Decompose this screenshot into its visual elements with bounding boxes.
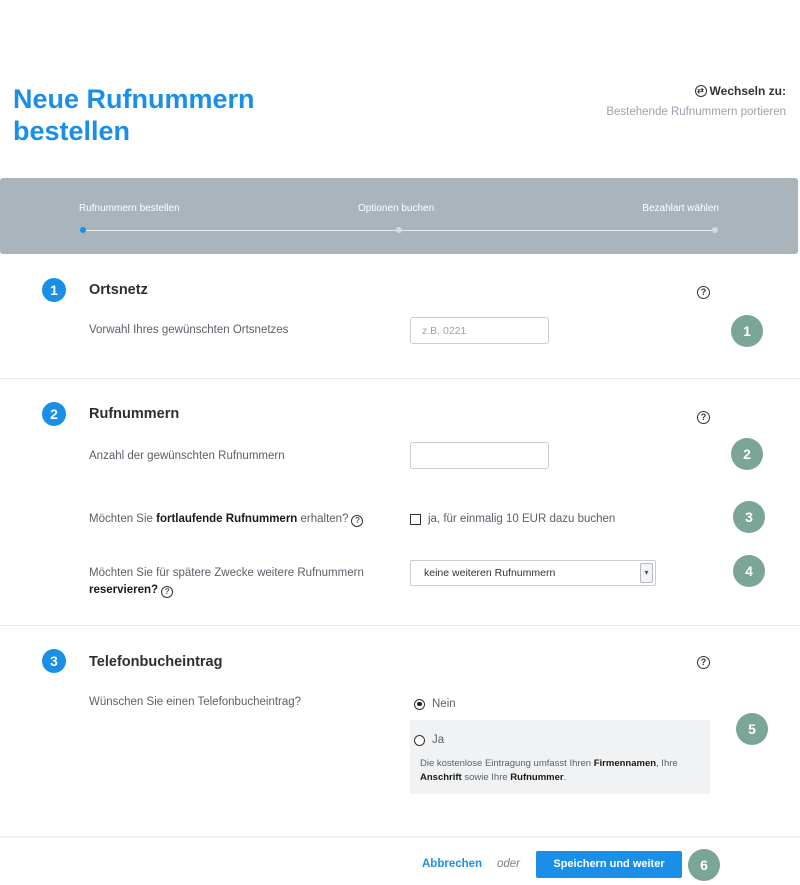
reserve-label-bold: reservieren?	[89, 584, 159, 596]
section-divider	[0, 378, 800, 379]
section-title-rufnummern: Rufnummern	[89, 406, 180, 422]
help-icon[interactable]: ?	[351, 515, 364, 527]
section-title-ortsnetz: Ortsnetz	[89, 282, 148, 298]
phonebook-option-yes-box: Die kostenlose Eintragung umfasst Ihren …	[410, 720, 710, 794]
consecutive-numbers-checkbox-label: ja, für einmalig 10 EUR dazu buchen	[428, 513, 616, 525]
reserve-numbers-selected-value: keine weiteren Rufnummern	[424, 567, 556, 579]
progress-stepper: Rufnummern bestellen Optionen buchen Bez…	[0, 178, 798, 254]
radio-yes-label: Ja	[432, 734, 445, 746]
number-count-input[interactable]	[410, 442, 549, 469]
consecutive-label-bold: fortlaufende Rufnummern	[156, 513, 298, 525]
phonebook-option-yes[interactable]: Ja	[414, 734, 444, 746]
phonebook-question: Wünschen Sie einen Telefonbucheintrag?	[89, 696, 302, 708]
reserve-numbers-label: Möchten Sie für spätere Zwecke weitere R…	[89, 565, 364, 599]
help-icon[interactable]: ?	[697, 286, 710, 299]
desc-text: sowie Ihre	[461, 772, 511, 783]
consecutive-label-suffix: erhalten?	[297, 513, 349, 525]
step-dot-2	[396, 227, 402, 233]
annotation-badge-6: 6	[688, 849, 720, 881]
step-dot-3	[712, 227, 718, 233]
area-code-input[interactable]	[410, 317, 549, 344]
chevron-down-icon[interactable]: ▾	[640, 563, 653, 583]
section-number-3: 3	[42, 649, 66, 673]
consecutive-numbers-checkbox[interactable]	[410, 513, 421, 525]
annotation-badge-5: 5	[736, 713, 768, 745]
desc-text: , Ihre	[656, 758, 678, 769]
desc-text: Die kostenlose Eintragung umfasst Ihren	[420, 758, 594, 769]
switch-heading: ⇄ Wechseln zu:	[606, 84, 786, 98]
consecutive-numbers-label: Möchten Sie fortlaufende Rufnummern erha…	[89, 511, 364, 528]
section-number-2: 2	[42, 402, 66, 426]
switch-icon: ⇄	[694, 85, 707, 97]
phonebook-entry-description: Die kostenlose Eintragung umfasst Ihren …	[420, 757, 704, 785]
annotation-badge-1: 1	[731, 315, 763, 347]
step-label-book-options: Optionen buchen	[358, 203, 435, 214]
consecutive-numbers-option[interactable]: ja, für einmalig 10 EUR dazu buchen	[410, 513, 615, 525]
annotation-badge-4: 4	[733, 555, 765, 587]
footer-divider	[0, 836, 800, 838]
annotation-badge-3: 3	[733, 501, 765, 533]
port-existing-numbers-link[interactable]: Bestehende Rufnummern portieren	[606, 106, 786, 118]
desc-bold-number: Rufnummer	[510, 772, 564, 783]
number-count-label: Anzahl der gewünschten Rufnummern	[89, 450, 285, 462]
desc-bold-company: Firmennamen	[593, 758, 657, 769]
save-and-continue-button[interactable]: Speichern und weiter	[536, 851, 682, 878]
step-dot-1	[80, 227, 86, 233]
step-label-payment: Bezahlart wählen	[642, 203, 719, 214]
desc-text: .	[563, 772, 567, 783]
annotation-badge-2: 2	[731, 438, 763, 470]
step-label-order-numbers: Rufnummern bestellen	[79, 203, 180, 214]
page-title: Neue Rufnummern bestellen	[13, 84, 255, 146]
section-number-1: 1	[42, 278, 66, 302]
reserve-label-prefix: Möchten Sie für spätere Zwecke weitere R…	[89, 567, 364, 579]
help-icon[interactable]: ?	[697, 411, 710, 424]
cancel-link[interactable]: Abbrechen	[422, 858, 482, 870]
desc-bold-address: Anschrift	[420, 772, 462, 783]
phonebook-option-no[interactable]: Nein	[414, 698, 456, 710]
radio-no[interactable]	[414, 698, 425, 710]
switch-box: ⇄ Wechseln zu: Bestehende Rufnummern por…	[606, 84, 786, 118]
radio-no-label: Nein	[432, 698, 456, 710]
or-label: oder	[497, 858, 521, 870]
help-icon[interactable]: ?	[697, 656, 710, 669]
area-code-label: Vorwahl Ihres gewünschten Ortsnetzes	[89, 324, 289, 336]
consecutive-label-prefix: Möchten Sie	[89, 513, 157, 525]
radio-yes[interactable]	[414, 734, 425, 746]
help-icon[interactable]: ?	[161, 586, 174, 598]
section-title-telefonbucheintrag: Telefonbucheintrag	[89, 654, 223, 670]
section-divider	[0, 625, 800, 626]
reserve-numbers-select[interactable]: keine weiteren Rufnummern ▾	[410, 560, 656, 586]
switch-heading-label: Wechseln zu:	[709, 84, 786, 98]
